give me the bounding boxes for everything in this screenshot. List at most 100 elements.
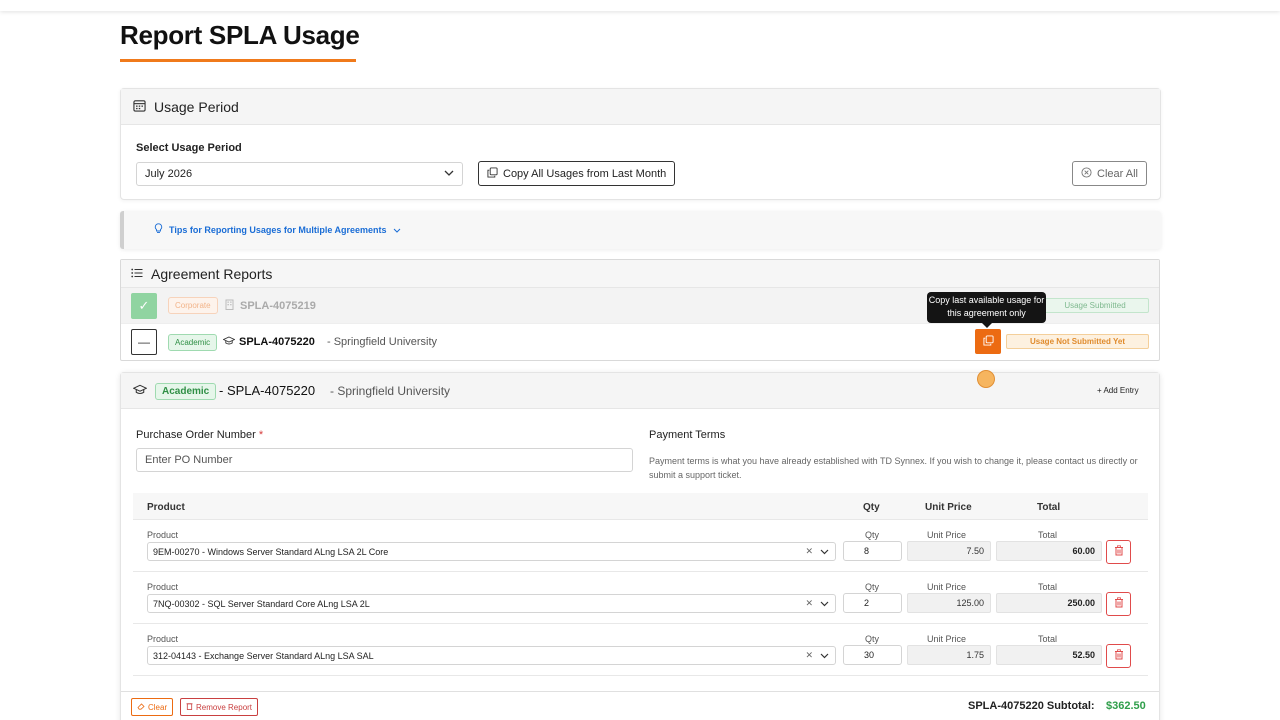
qty-input[interactable]: 30	[843, 645, 902, 665]
po-number-input[interactable]: Enter PO Number	[136, 448, 633, 472]
qty-label: Qty	[865, 582, 880, 592]
customer-name: - Springfield University	[330, 384, 451, 398]
po-number-label: Purchase Order Number *	[136, 429, 264, 441]
product-value: 7NQ-00302 - SQL Server Standard Core ALn…	[153, 598, 370, 609]
table-row: Product Qty Unit Price Total 7NQ-00302 -…	[133, 572, 1148, 624]
select-usage-period-label: Select Usage Period	[136, 142, 242, 154]
unit-price-label: Unit Price	[927, 634, 967, 644]
delete-row-button[interactable]	[1106, 592, 1131, 616]
product-select[interactable]: 7NQ-00302 - SQL Server Standard Core ALn…	[147, 594, 836, 613]
product-label: Product	[147, 582, 179, 592]
unit-price-field: 7.50	[907, 541, 991, 561]
column-total: Total	[1037, 502, 1061, 513]
copy-icon	[982, 334, 994, 349]
chevron-down-icon[interactable]	[820, 547, 829, 557]
chevron-down-icon[interactable]	[820, 599, 829, 609]
required-marker: *	[258, 429, 264, 441]
column-unit-price: Unit Price	[925, 502, 972, 513]
unit-price-label: Unit Price	[927, 530, 967, 540]
clear-report-button[interactable]: Clear	[131, 698, 174, 716]
agreement-number: SPLA-4075219	[240, 299, 316, 312]
table-row: Product Qty Unit Price Total 9EM-00270 -…	[133, 520, 1148, 572]
usage-period-header: Usage Period	[121, 89, 1160, 125]
unit-price-field: 1.75	[907, 645, 991, 665]
add-entry-button[interactable]: + Add Entry	[1097, 386, 1139, 395]
agreement-number: - SPLA-4075220	[219, 383, 316, 398]
customer-name: - Springfield University	[327, 336, 438, 348]
subtotal-value: $362.50	[1106, 700, 1146, 712]
qty-input[interactable]: 8	[843, 541, 902, 561]
agreement-detail-card: Academic - SPLA-4075220 - Springfield Un…	[120, 372, 1160, 720]
checkmark-icon[interactable]: ✓	[131, 292, 157, 319]
agreement-detail-header: Academic - SPLA-4075220 - Springfield Un…	[121, 373, 1159, 409]
column-qty: Qty	[863, 502, 880, 513]
agreement-reports-title: Agreement Reports	[151, 265, 273, 282]
copy-usage-tooltip: Copy last available usage for this agree…	[927, 292, 1046, 328]
status-badge: Usage Submitted	[1041, 298, 1149, 313]
product-value: 9EM-00270 - Windows Server Standard ALng…	[153, 546, 389, 557]
usage-period-card: Usage Period Select Usage Period July 20…	[120, 88, 1161, 200]
subtotal-label: SPLA-4075220 Subtotal:	[968, 700, 1095, 712]
graduation-cap-icon	[132, 384, 148, 399]
clear-label: Clear	[148, 702, 168, 712]
clear-all-button[interactable]: Clear All	[1072, 161, 1147, 186]
clear-all-label: Clear All	[1097, 167, 1138, 180]
building-icon	[225, 299, 234, 313]
title-underline	[120, 59, 356, 62]
table-header: Product Qty Unit Price Total	[133, 493, 1148, 520]
list-icon	[131, 267, 143, 281]
corporate-badge: Corporate	[168, 297, 218, 314]
total-label: Total	[1038, 634, 1058, 644]
total-field: 250.00	[996, 593, 1102, 613]
payment-terms-label: Payment Terms	[649, 429, 726, 441]
academic-badge: Academic	[155, 383, 217, 400]
total-field: 60.00	[996, 541, 1102, 561]
remove-report-button[interactable]: Remove Report	[180, 698, 259, 716]
usage-period-title: Usage Period	[154, 98, 239, 115]
graduation-cap-icon	[222, 336, 236, 349]
clear-icon[interactable]: ✕	[805, 650, 813, 661]
copy-icon	[487, 166, 498, 181]
product-select[interactable]: 9EM-00270 - Windows Server Standard ALng…	[147, 542, 836, 561]
product-label: Product	[147, 634, 179, 644]
table-row: Product Qty Unit Price Total 312-04143 -…	[133, 624, 1148, 676]
tips-label: Tips for Reporting Usages for Multiple A…	[169, 225, 387, 235]
copy-all-usages-label: Copy All Usages from Last Month	[503, 167, 667, 180]
product-label: Product	[147, 530, 179, 540]
chevron-down-icon	[393, 223, 401, 237]
column-product: Product	[147, 502, 185, 513]
total-label: Total	[1038, 530, 1058, 540]
usage-period-value: July 2026	[145, 168, 193, 180]
lightbulb-icon	[154, 223, 163, 237]
qty-input[interactable]: 2	[843, 593, 902, 613]
chevron-down-icon	[444, 168, 454, 180]
agreement-reports-header: Agreement Reports	[121, 260, 1159, 288]
page-title: Report SPLA Usage	[120, 20, 360, 50]
unit-price-label: Unit Price	[927, 582, 967, 592]
detail-footer: Clear Remove Report SPLA-4075220 Subtota…	[121, 691, 1159, 720]
remove-report-label: Remove Report	[196, 702, 253, 712]
delete-row-button[interactable]	[1106, 540, 1131, 564]
clear-icon[interactable]: ✕	[805, 546, 813, 557]
payment-terms-text: Payment terms is what you have already e…	[649, 456, 1138, 480]
agreement-row[interactable]: — Academic SPLA-4075220 - Springfield Un…	[121, 324, 1159, 360]
delete-row-button[interactable]	[1106, 644, 1131, 668]
total-field: 52.50	[996, 645, 1102, 665]
clear-icon[interactable]: ✕	[805, 598, 813, 609]
top-navbar	[0, 0, 1280, 11]
product-table: Product Qty Unit Price Total Product Qty…	[133, 493, 1148, 676]
unit-price-field: 125.00	[907, 593, 991, 613]
chevron-down-icon[interactable]	[820, 651, 829, 661]
tips-collapsible[interactable]: Tips for Reporting Usages for Multiple A…	[120, 211, 1161, 249]
minus-icon[interactable]: —	[131, 329, 157, 355]
copy-all-usages-button[interactable]: Copy All Usages from Last Month	[478, 161, 676, 186]
usage-period-select[interactable]: July 2026	[136, 162, 463, 186]
copy-last-usage-button[interactable]	[975, 329, 1001, 354]
circle-x-icon	[1081, 166, 1092, 181]
academic-badge: Academic	[168, 333, 218, 351]
trash-icon	[1114, 649, 1124, 663]
po-placeholder: Enter PO Number	[145, 454, 233, 466]
qty-label: Qty	[865, 634, 880, 644]
product-select[interactable]: 312-04143 - Exchange Server Standard ALn…	[147, 646, 836, 665]
trash-icon	[186, 702, 193, 712]
